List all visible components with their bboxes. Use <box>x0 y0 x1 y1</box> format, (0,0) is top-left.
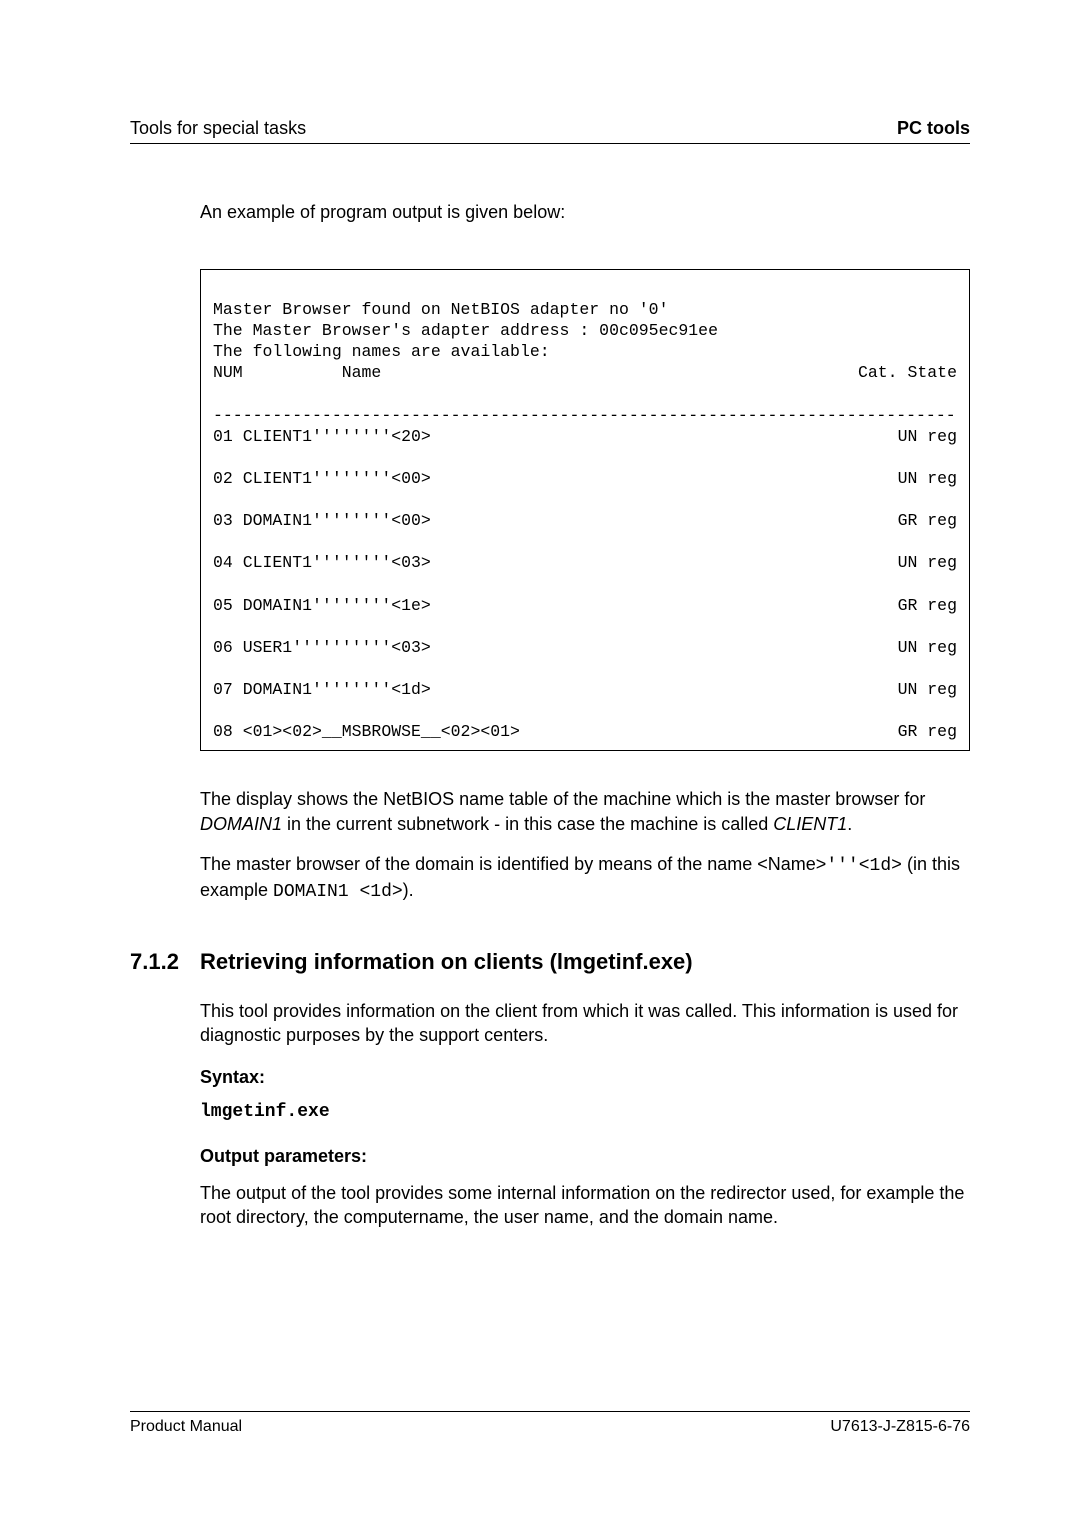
output-parameters-text: The output of the tool provides some int… <box>200 1181 970 1230</box>
running-header: Tools for special tasks PC tools <box>130 118 970 144</box>
code-inline: '''<1d> <box>826 856 902 876</box>
code-col-right: Cat. State <box>858 362 957 383</box>
code-row-right: GR reg <box>898 595 957 616</box>
code-row-right: UN reg <box>898 426 957 447</box>
body-paragraph-2: The master browser of the domain is iden… <box>200 852 970 905</box>
page-footer: Product Manual U7613-J-Z815-6-76 <box>130 1411 970 1436</box>
footer-right: U7613-J-Z815-6-76 <box>830 1418 970 1436</box>
section-title: Retrieving information on clients (lmget… <box>200 949 693 975</box>
code-row-left: 08 <01><02>__MSBROWSE__<02><01> <box>213 721 520 742</box>
code-row-left: 03 DOMAIN1''''''''<00> <box>213 510 431 531</box>
code-row-left: 06 USER1''''''''''<03> <box>213 637 431 658</box>
code-row-right: UN reg <box>898 552 957 573</box>
code-row-right: UN reg <box>898 679 957 700</box>
body-paragraph-1: The display shows the NetBIOS name table… <box>200 787 970 836</box>
header-left: Tools for special tasks <box>130 118 306 139</box>
code-line: The Master Browser's adapter address : 0… <box>213 321 718 340</box>
output-parameters-label: Output parameters: <box>200 1146 970 1167</box>
section-heading: 7.1.2 Retrieving information on clients … <box>130 949 970 975</box>
text: in the current subnetwork - in this case… <box>282 814 773 834</box>
domain-name: DOMAIN1 <box>200 814 282 834</box>
code-line: Master Browser found on NetBIOS adapter … <box>213 300 668 319</box>
code-row-left: 07 DOMAIN1''''''''<1d> <box>213 679 431 700</box>
code-row-right: UN reg <box>898 468 957 489</box>
code-row-right: GR reg <box>898 510 957 531</box>
code-inline: DOMAIN1 <1d> <box>273 882 403 902</box>
section-description: This tool provides information on the cl… <box>200 999 970 1048</box>
program-output-box: Master Browser found on NetBIOS adapter … <box>200 269 970 751</box>
syntax-label: Syntax: <box>200 1067 970 1088</box>
section-number: 7.1.2 <box>130 949 200 975</box>
text: The display shows the NetBIOS name table… <box>200 789 925 809</box>
code-row-left: 05 DOMAIN1''''''''<1e> <box>213 595 431 616</box>
code-row-left: 04 CLIENT1''''''''<03> <box>213 552 431 573</box>
text: ). <box>403 880 414 900</box>
code-row-right: GR reg <box>898 721 957 742</box>
code-line: The following names are available: <box>213 342 550 361</box>
code-row-right: UN reg <box>898 637 957 658</box>
text: The master browser of the domain is iden… <box>200 854 826 874</box>
text: . <box>847 814 852 834</box>
header-right: PC tools <box>897 118 970 139</box>
client-name: CLIENT1 <box>773 814 847 834</box>
footer-left: Product Manual <box>130 1418 242 1436</box>
code-rule: ----------------------------------------… <box>213 406 956 425</box>
intro-text: An example of program output is given be… <box>200 202 970 223</box>
code-row-left: 01 CLIENT1''''''''<20> <box>213 426 431 447</box>
code-col-left: NUM Name <box>213 362 381 383</box>
code-row-left: 02 CLIENT1''''''''<00> <box>213 468 431 489</box>
syntax-command: lmgetinf.exe <box>200 1102 970 1122</box>
